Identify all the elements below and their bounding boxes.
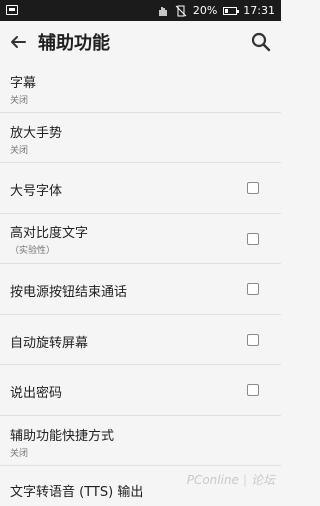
list-item-label: 字幕 xyxy=(10,76,37,91)
list-item-label: 高对比度文字 xyxy=(10,226,89,241)
list-item-accessibility-shortcut[interactable]: 辅助功能快捷方式 关闭 xyxy=(0,416,281,466)
list-item-label: 说出密码 xyxy=(10,386,63,401)
status-bar: 20% 17:31 xyxy=(0,0,281,21)
battery-icon xyxy=(223,6,240,15)
list-item-large-text[interactable]: 大号字体 xyxy=(0,163,281,214)
list-item-subtitle: （实验性） xyxy=(10,246,56,256)
clock: 17:31 xyxy=(243,4,275,17)
list-item-subtitle: 关闭 xyxy=(10,449,29,459)
watermark-brand: PConline xyxy=(186,472,239,487)
list-item-label: 大号字体 xyxy=(10,184,63,199)
battery-percent: 20% xyxy=(192,4,218,17)
search-icon[interactable] xyxy=(249,30,273,54)
list-item-captions[interactable]: 字幕 关闭 xyxy=(0,63,281,113)
vibrate-off-icon xyxy=(175,5,187,17)
list-item-label: 按电源按钮结束通话 xyxy=(10,285,128,300)
list-item-high-contrast-text[interactable]: 高对比度文字 （实验性） xyxy=(0,214,281,264)
list-item-label: 辅助功能快捷方式 xyxy=(10,429,115,444)
watermark: PConline | 论坛 xyxy=(187,471,275,488)
list-item-subtitle: 关闭 xyxy=(10,146,29,156)
app-notification-icon xyxy=(6,5,18,15)
speak-passwords-checkbox[interactable] xyxy=(247,384,259,396)
auto-rotate-checkbox[interactable] xyxy=(247,334,259,346)
hand-icon xyxy=(157,5,169,17)
list-item-label: 放大手势 xyxy=(10,126,63,141)
power-button-ends-call-checkbox[interactable] xyxy=(247,283,259,295)
watermark-forum: 论坛 xyxy=(250,473,275,487)
high-contrast-checkbox[interactable] xyxy=(247,233,259,245)
watermark-separator: | xyxy=(242,472,247,487)
settings-list: 字幕 关闭 放大手势 关闭 大号字体 高对比度文字 （实验性） 按电源按钮结束通… xyxy=(0,63,281,506)
page-title: 辅助功能 xyxy=(38,33,110,54)
list-item-subtitle: 关闭 xyxy=(10,96,29,106)
list-item-power-button-ends-call[interactable]: 按电源按钮结束通话 xyxy=(0,264,281,315)
back-arrow-icon[interactable] xyxy=(0,21,36,63)
list-item-speak-passwords[interactable]: 说出密码 xyxy=(0,365,281,416)
app-bar: 辅助功能 xyxy=(0,21,281,63)
list-item-auto-rotate[interactable]: 自动旋转屏幕 xyxy=(0,315,281,365)
list-item-label: 自动旋转屏幕 xyxy=(10,336,89,351)
large-text-checkbox[interactable] xyxy=(247,182,259,194)
list-item-magnification-gestures[interactable]: 放大手势 关闭 xyxy=(0,113,281,163)
